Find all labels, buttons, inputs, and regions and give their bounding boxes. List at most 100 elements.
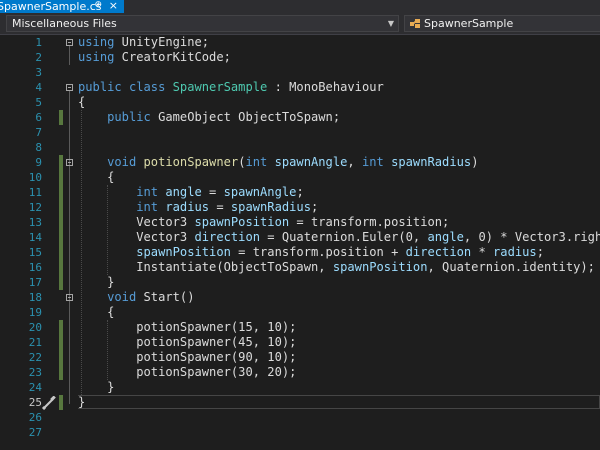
code-token: radius (165, 200, 210, 214)
code-text[interactable]: void potionSpawner(int spawnAngle, int s… (78, 155, 478, 170)
tab-spawnersample-cs[interactable]: SpawnerSample.cs ⊕ × (0, 0, 124, 13)
code-line[interactable]: 21 potionSpawner(45, 10); (0, 335, 600, 350)
code-token: direction (194, 230, 261, 244)
code-line[interactable]: 26 (0, 410, 600, 425)
code-token: = transform.position + (230, 245, 406, 259)
code-token: : MonoBehaviour (267, 80, 384, 94)
code-line[interactable]: 23 potionSpawner(30, 20); (0, 365, 600, 380)
code-line[interactable]: 8 (0, 140, 600, 155)
navigation-bar: Miscellaneous Files ▼ SpawnerSample (0, 13, 600, 35)
line-number: 2 (35, 51, 42, 64)
class-dropdown[interactable]: SpawnerSample (404, 15, 600, 32)
class-icon (410, 19, 420, 28)
code-text[interactable]: public GameObject ObjectToSpawn; (78, 110, 340, 125)
line-number: 27 (28, 426, 42, 439)
class-dropdown-label: SpawnerSample (424, 17, 514, 30)
code-line[interactable]: 17 } (0, 275, 600, 290)
code-line[interactable]: 2 using CreatorKitCode; (0, 50, 600, 65)
code-text[interactable]: Vector3 direction = Quaternion.Euler(0, … (78, 230, 600, 245)
code-token: spawnPosition (332, 260, 428, 274)
line-number: 25 (28, 396, 42, 409)
line-number: 1 (35, 36, 42, 49)
line-number: 10 (28, 171, 42, 184)
code-line[interactable]: 24 } (0, 380, 600, 395)
code-line[interactable]: 22 potionSpawner(90, 10); (0, 350, 600, 365)
code-line[interactable]: 1 using UnityEngine; (0, 35, 600, 50)
code-text[interactable]: int radius = spawnRadius; (78, 200, 318, 215)
code-token: GameObject ObjectToSpawn; (150, 110, 341, 124)
code-line[interactable]: 14 Vector3 direction = Quaternion.Euler(… (0, 230, 600, 245)
code-token: } (78, 395, 86, 409)
line-number: 20 (28, 321, 42, 334)
code-line[interactable]: 27 (0, 425, 600, 440)
code-line[interactable]: 19 { (0, 305, 600, 320)
close-icon[interactable]: × (109, 0, 118, 12)
code-line[interactable]: 6 public GameObject ObjectToSpawn; (0, 110, 600, 125)
code-token: SpawnerSample (172, 80, 268, 94)
code-line[interactable]: 10 { (0, 170, 600, 185)
code-text[interactable]: potionSpawner(15, 10); (78, 320, 296, 335)
code-token: spawnPosition (136, 245, 231, 259)
code-text[interactable]: } (78, 395, 85, 410)
code-line[interactable]: 16 Instantiate(ObjectToSpawn, spawnPosit… (0, 260, 600, 275)
project-dropdown[interactable]: Miscellaneous Files ▼ (6, 15, 399, 32)
code-line[interactable]: 4 public class SpawnerSample : MonoBehavi… (0, 80, 600, 95)
line-number: 8 (35, 141, 42, 154)
pin-icon[interactable]: ⊕ (94, 0, 102, 12)
code-token: Vector3 (78, 230, 195, 244)
code-token: Start() (136, 290, 195, 304)
code-token: = Quaternion.Euler(0, (260, 230, 428, 244)
code-line[interactable]: 18 void Start() (0, 290, 600, 305)
code-token: { (78, 305, 115, 319)
code-text[interactable]: } (78, 380, 114, 395)
code-line[interactable]: 5{ (0, 95, 600, 110)
code-editor[interactable]: 1 using UnityEngine; 2 using CreatorKitCode… (0, 35, 600, 450)
code-line[interactable]: 20 potionSpawner(15, 10); (0, 320, 600, 335)
code-text[interactable]: spawnPosition = transform.position + dir… (78, 245, 544, 260)
code-line[interactable]: 3 (0, 65, 600, 80)
line-number: 3 (35, 66, 42, 79)
code-line[interactable]: 13 Vector3 spawnPosition = transform.pos… (0, 215, 600, 230)
code-text[interactable]: { (78, 95, 85, 110)
code-line[interactable]: 12 int radius = spawnRadius; (0, 200, 600, 215)
code-text[interactable]: potionSpawner(90, 10); (78, 350, 296, 365)
code-token: , (347, 155, 362, 169)
code-line[interactable]: 25} (0, 395, 600, 410)
code-line[interactable]: 9 void potionSpawner(int spawnAngle, int… (0, 155, 600, 170)
code-text[interactable]: int angle = spawnAngle; (78, 185, 303, 200)
code-text[interactable]: Instantiate(ObjectToSpawn, spawnPosition… (78, 260, 595, 275)
code-token: ; (536, 245, 544, 259)
code-line[interactable]: 15 spawnPosition = transform.position + … (0, 245, 600, 260)
document-tab-strip: SpawnerSample.cs ⊕ × (0, 0, 600, 13)
code-text[interactable]: potionSpawner(30, 20); (78, 365, 296, 380)
dropdown-arrow-icon[interactable]: ▼ (388, 16, 394, 31)
code-text[interactable]: public class SpawnerSample : MonoBehavio… (78, 80, 384, 95)
code-token: int (245, 155, 268, 169)
code-token: } (78, 275, 115, 289)
code-text[interactable]: { (78, 305, 114, 320)
code-text[interactable]: Vector3 spawnPosition = transform.positi… (78, 215, 449, 230)
line-number: 9 (35, 156, 42, 169)
code-token: = (201, 185, 224, 199)
code-token: { (78, 170, 115, 184)
code-text[interactable]: potionSpawner(45, 10); (78, 335, 296, 350)
code-line[interactable]: 11 int angle = spawnAngle; (0, 185, 600, 200)
line-number: 4 (35, 81, 42, 94)
code-text[interactable]: using CreatorKitCode; (78, 50, 231, 65)
code-token: using (78, 50, 115, 64)
code-line[interactable]: 7 (0, 125, 600, 140)
code-token: , 0) * Vector3.right; (463, 230, 600, 244)
line-number: 22 (28, 351, 42, 364)
line-number: 16 (28, 261, 42, 274)
line-number: 23 (28, 366, 42, 379)
code-token: UnityEngine; (114, 35, 210, 49)
line-number: 17 (28, 276, 42, 289)
code-text[interactable]: } (78, 275, 114, 290)
code-token: Instantiate(ObjectToSpawn, (78, 260, 333, 274)
code-text[interactable]: { (78, 170, 114, 185)
code-text[interactable]: void Start() (78, 290, 195, 305)
code-text[interactable]: using UnityEngine; (78, 35, 209, 50)
